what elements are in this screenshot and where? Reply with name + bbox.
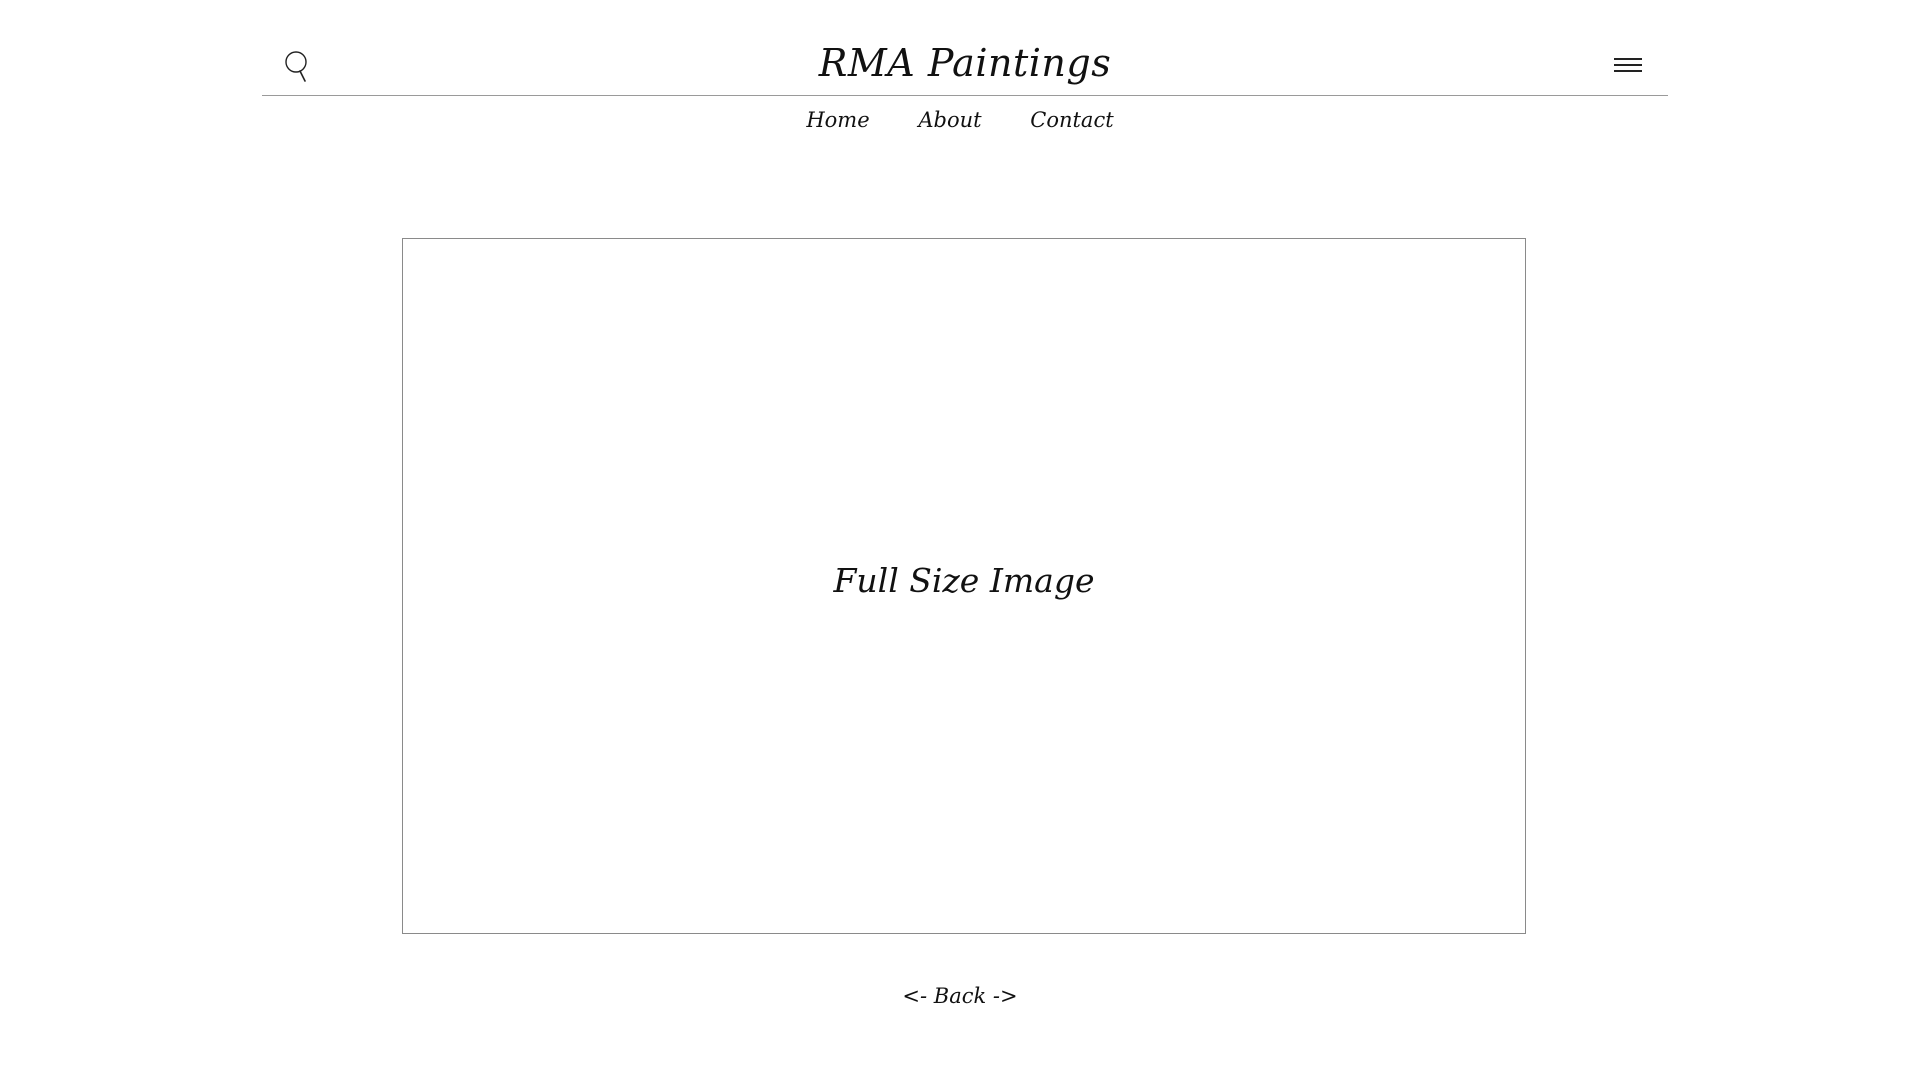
main-navigation: Home About Contact — [0, 100, 1920, 140]
menu-line-bottom — [1614, 70, 1642, 72]
back-link[interactable]: <- Back -> — [902, 984, 1017, 1008]
image-placeholder-label: Full Size Image — [833, 560, 1095, 600]
site-header: RMA Paintings — [262, 0, 1668, 96]
hamburger-menu-icon[interactable] — [1614, 58, 1642, 74]
menu-line-top — [1614, 58, 1642, 60]
menu-line-middle — [1614, 64, 1642, 66]
site-title[interactable]: RMA Paintings — [262, 38, 1668, 88]
nav-link-about[interactable]: About — [918, 100, 981, 140]
nav-link-home[interactable]: Home — [806, 100, 869, 140]
nav-link-contact[interactable]: Contact — [1030, 100, 1113, 140]
back-navigation: <- Back -> — [0, 976, 1920, 1016]
full-size-image-placeholder: Full Size Image — [402, 238, 1526, 934]
